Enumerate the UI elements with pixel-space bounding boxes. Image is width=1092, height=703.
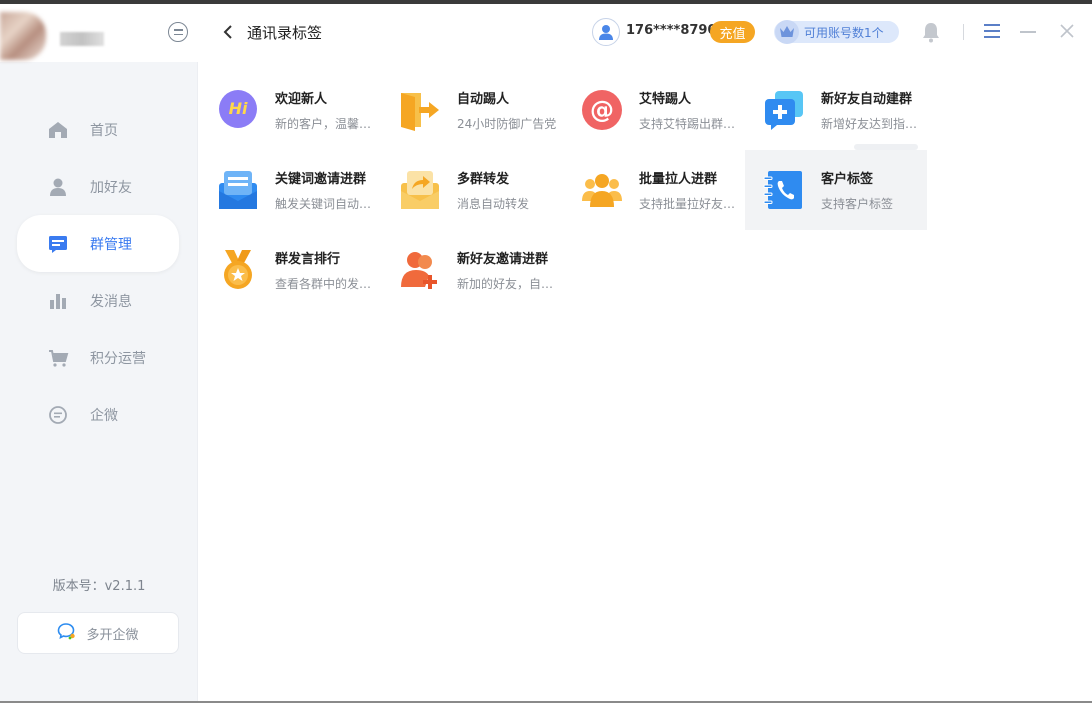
- account-phone: 176****8790: [626, 23, 717, 38]
- chat-bubble-icon: [47, 404, 69, 426]
- sidebar-item-send-message[interactable]: 发消息: [0, 272, 198, 329]
- sidebar-item-group-manage[interactable]: 群管理: [17, 215, 179, 272]
- sidebar-item-label: 首页: [90, 122, 118, 139]
- feature-at-kick[interactable]: @ 艾特踢人 支持艾特踢出群…: [563, 70, 745, 150]
- feature-title: 新好友邀请进群: [457, 252, 549, 267]
- profile-header: [0, 4, 198, 62]
- feature-desc: 新增好友达到指…: [821, 117, 918, 131]
- feature-auto-kick[interactable]: 自动踢人 24小时防御广告党: [381, 70, 563, 150]
- feature-title: 关键词邀请进群: [275, 172, 367, 187]
- feature-desc: 支持客户标签: [821, 197, 894, 211]
- at-sign-icon: @: [581, 89, 623, 131]
- feature-title: 欢迎新人: [275, 92, 328, 107]
- multi-open-label: 多开企微: [86, 627, 139, 643]
- add-group-icon: [763, 89, 805, 131]
- people-group-icon: [581, 169, 623, 211]
- feature-title: 自动踢人: [457, 92, 510, 107]
- feature-desc: 触发关键词自动…: [275, 197, 372, 211]
- feature-grid: Hi 欢迎新人 新的客户，温馨… 自动踢人 24小时防御广告党 @ 艾特踢人 支…: [199, 60, 1092, 701]
- sidebar-item-wecom[interactable]: 企微: [0, 386, 198, 443]
- forward-envelope-icon: [399, 169, 441, 211]
- menu-icon[interactable]: [984, 24, 1000, 38]
- avatar[interactable]: [0, 12, 46, 60]
- sidebar-item-add-friend[interactable]: 加好友: [0, 158, 198, 215]
- crown-icon: [775, 20, 799, 44]
- group-manage-icon: [47, 233, 69, 255]
- svg-text:@: @: [590, 96, 614, 124]
- medal-icon: [217, 249, 259, 291]
- sidebar-item-label: 积分运营: [90, 350, 146, 367]
- sidebar: 首页 加好友 群管理 发消息 积分运营 企微 版本号：v2.1.1 多开企微: [0, 4, 198, 701]
- feature-speech-ranking[interactable]: 群发言排行 查看各群中的发…: [199, 230, 381, 310]
- wecom-logo-icon: [57, 622, 77, 644]
- feature-title: 群发言排行: [275, 252, 341, 267]
- close-icon[interactable]: [1060, 24, 1074, 38]
- user-icon: [47, 176, 69, 198]
- multi-open-wecom-button[interactable]: 多开企微: [17, 612, 179, 654]
- sidebar-item-points[interactable]: 积分运营: [0, 329, 198, 386]
- sidebar-item-label: 企微: [90, 407, 118, 424]
- feature-desc: 支持艾特踢出群…: [639, 117, 736, 131]
- feature-title: 客户标签: [821, 172, 874, 187]
- sidebar-nav: 首页 加好友 群管理 发消息 积分运营 企微: [0, 101, 198, 443]
- minimize-icon[interactable]: [1020, 31, 1036, 33]
- version-label: 版本号：v2.1.1: [52, 579, 146, 594]
- feature-customer-tag[interactable]: 客户标签 支持客户标签: [745, 150, 927, 230]
- sidebar-item-home[interactable]: 首页: [0, 101, 198, 158]
- feature-title: 多群转发: [457, 172, 510, 187]
- sidebar-item-label: 加好友: [90, 179, 132, 196]
- feature-title: 批量拉人进群: [639, 172, 718, 187]
- feature-title: 新好友自动建群: [821, 92, 913, 107]
- feature-new-friend-invite[interactable]: 新好友邀请进群 新加的好友，自…: [381, 230, 563, 310]
- feature-multi-group-forward[interactable]: 多群转发 消息自动转发: [381, 150, 563, 230]
- feature-desc: 支持批量拉好友…: [639, 197, 736, 211]
- home-icon: [47, 119, 69, 141]
- phone-book-icon: [763, 169, 805, 211]
- cart-icon: [47, 347, 69, 369]
- bar-chart-icon: [47, 290, 69, 312]
- sidebar-item-label: 群管理: [90, 236, 132, 253]
- feature-keyword-invite[interactable]: 关键词邀请进群 触发关键词自动…: [199, 150, 381, 230]
- feature-title: 艾特踢人: [639, 92, 692, 107]
- mail-list-icon: [217, 169, 259, 211]
- recharge-button[interactable]: 充值: [710, 21, 755, 43]
- sidebar-item-label: 发消息: [90, 293, 132, 310]
- feature-new-friend-auto-group[interactable]: 新好友自动建群 新增好友达到指…: [745, 70, 927, 150]
- feature-desc: 新加的好友，自…: [457, 277, 554, 291]
- svg-text:Hi: Hi: [229, 99, 248, 118]
- user-name-blurred: [60, 32, 104, 46]
- top-bar: 通讯录标签 176****8790 充值 可用账号数1个: [199, 4, 1092, 60]
- feature-desc: 新的客户，温馨…: [275, 117, 372, 131]
- feature-desc: 查看各群中的发…: [275, 277, 372, 291]
- user-avatar-icon[interactable]: [592, 18, 620, 46]
- hi-bubble-icon: Hi: [217, 89, 259, 131]
- page-title: 通讯录标签: [247, 24, 323, 42]
- feature-welcome-newcomer[interactable]: Hi 欢迎新人 新的客户，温馨…: [199, 70, 381, 150]
- feature-batch-invite[interactable]: 批量拉人进群 支持批量拉好友…: [563, 150, 745, 230]
- add-friend-icon: [399, 249, 441, 291]
- back-arrow-icon[interactable]: [221, 24, 235, 40]
- exit-door-icon: [399, 89, 441, 131]
- header-divider: [963, 24, 964, 40]
- collapse-menu-icon[interactable]: [168, 22, 188, 42]
- bell-icon[interactable]: [921, 21, 941, 43]
- feature-desc: 24小时防御广告党: [457, 117, 557, 131]
- feature-desc: 消息自动转发: [457, 197, 530, 211]
